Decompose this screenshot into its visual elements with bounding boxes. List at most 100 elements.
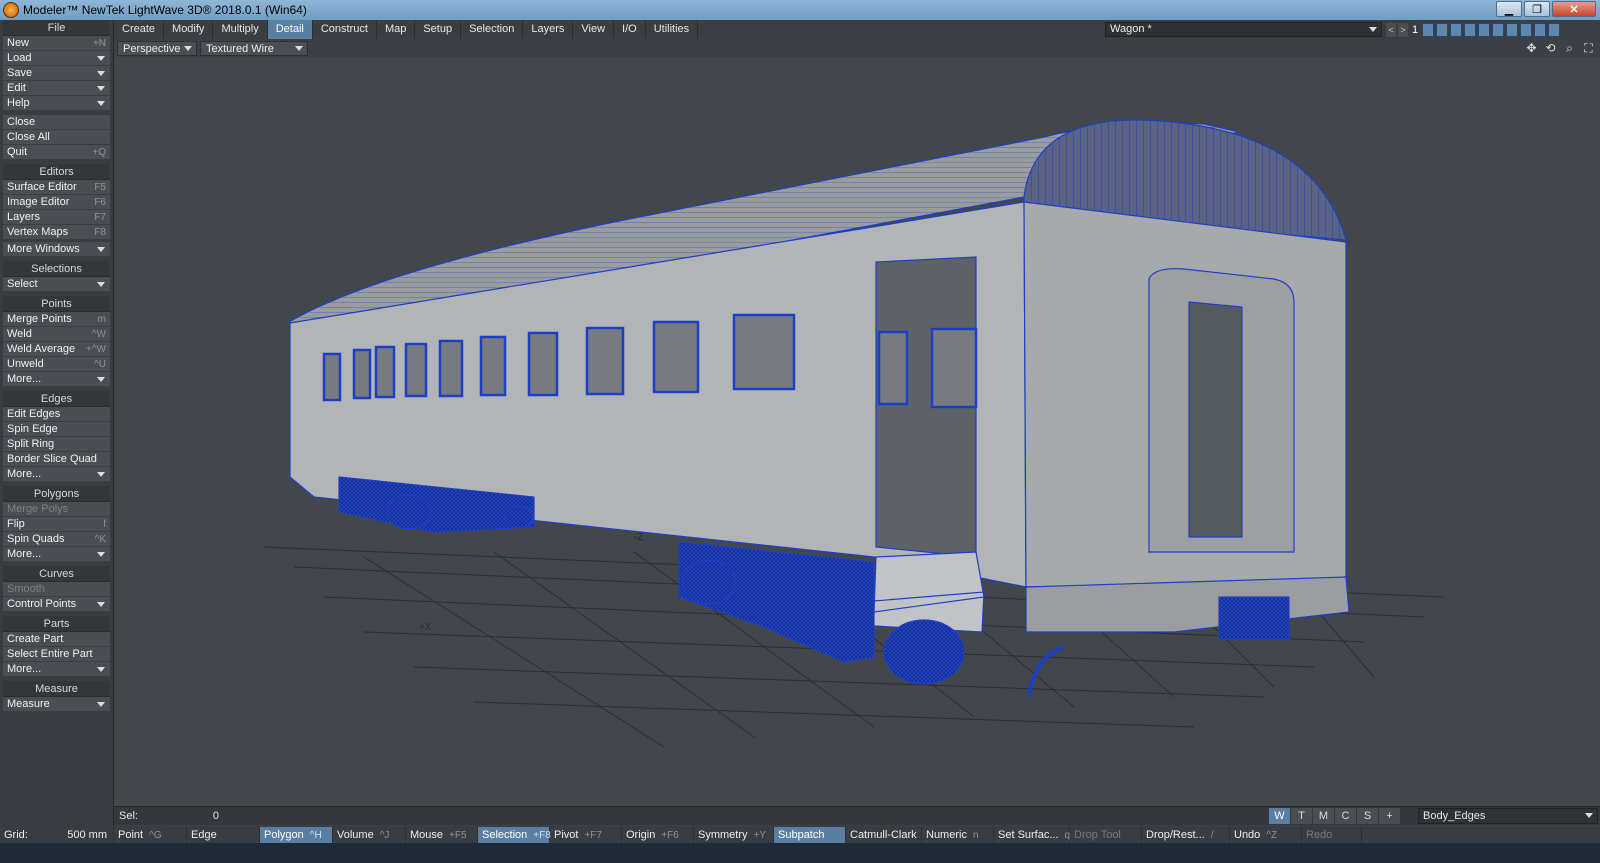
vertex-maps-button[interactable]: Vertex Maps F8 [3,225,110,240]
vmap-type-c-button[interactable]: C [1335,808,1356,824]
prev-layer-button[interactable]: < [1386,22,1396,37]
spin-quads-button[interactable]: Spin Quads ^K [3,532,110,547]
redo-button[interactable]: Redo [1302,826,1362,843]
chevron-down-icon [97,101,105,106]
layer-slot[interactable] [1534,22,1546,37]
layer-slot[interactable] [1492,22,1504,37]
rotate-view-icon[interactable]: ⟲ [1543,41,1558,55]
select-button[interactable]: Select [3,277,110,292]
surface-editor-button[interactable]: Surface Editor F5 [3,180,110,195]
more-windows-button[interactable]: More Windows [3,242,110,257]
maximize-button[interactable]: ❐ [1524,1,1550,17]
selection-modes: Point ^G Edge Polygon ^H Volume ^J [114,826,406,843]
merge-polys-button[interactable]: Merge Polys [3,502,110,517]
split-ring-button[interactable]: Split Ring [3,437,110,452]
control-points-button[interactable]: Control Points [3,597,110,612]
close-object-button[interactable]: Close [3,115,110,130]
vmap-type-t-button[interactable]: T [1291,808,1312,824]
layer-slot[interactable] [1436,22,1448,37]
image-editor-button[interactable]: Image Editor F6 [3,195,110,210]
smooth-button[interactable]: Smooth [3,582,110,597]
drop-restore-button[interactable]: Drop/Rest... / [1142,826,1230,843]
maximize-view-icon[interactable]: ⛶ [1581,41,1596,55]
edges-more-button[interactable]: More... [3,467,110,482]
create-part-button[interactable]: Create Part [3,632,110,647]
tab-detail[interactable]: Detail [267,20,313,39]
merge-points-button[interactable]: Merge Points m [3,312,110,327]
tab-map[interactable]: Map [377,20,416,39]
undo-button[interactable]: Undo ^Z [1230,826,1302,843]
parts-more-button[interactable]: More... [3,662,110,677]
zoom-view-icon[interactable]: ⌕ [1562,41,1577,55]
set-surface-button[interactable]: Set Surfac... q [994,826,1070,843]
points-more-button[interactable]: More... [3,372,110,387]
tab-create[interactable]: Create [114,20,165,39]
tab-multiply[interactable]: Multiply [213,20,268,39]
move-view-icon[interactable]: ✥ [1524,41,1539,55]
mouse-button[interactable]: Mouse +F5 [406,826,478,843]
view-type-select[interactable]: Perspective [117,41,197,56]
selections-header: Selections [3,261,110,277]
catmull-clark-select[interactable]: Catmull-Clark [846,826,922,843]
mode-volume-button[interactable]: Volume ^J [333,826,406,843]
vmap-type-w-button[interactable]: W [1269,808,1290,824]
tab-i-o[interactable]: I/O [614,20,646,39]
weld-button[interactable]: Weld ^W [3,327,110,342]
chevron-down-icon [97,472,105,477]
layer-slot[interactable] [1450,22,1462,37]
vmap-type-s-button[interactable]: S [1357,808,1378,824]
save-button[interactable]: Save [3,66,110,81]
chevron-down-icon [1369,27,1377,32]
mode-point-button[interactable]: Point ^G [114,826,187,843]
add-vmap-button[interactable]: + [1379,808,1400,824]
vmap-type-m-button[interactable]: M [1313,808,1334,824]
unweld-button[interactable]: Unweld ^U [3,357,110,372]
layer-slot[interactable] [1506,22,1518,37]
layer-slot[interactable] [1464,22,1476,37]
pivot-button[interactable]: Pivot +F7 [550,826,622,843]
spin-edge-button[interactable]: Spin Edge [3,422,110,437]
layer-slot[interactable] [1478,22,1490,37]
layer-slot[interactable] [1548,22,1560,37]
layers-button[interactable]: Layers F7 [3,210,110,225]
close-button[interactable]: ✕ [1552,1,1596,17]
tab-modify[interactable]: Modify [164,20,214,39]
quit-button[interactable]: Quit +Q [3,145,110,160]
next-layer-button[interactable]: > [1398,22,1408,37]
object-selector[interactable]: Wagon * [1105,22,1382,37]
measure-button[interactable]: Measure [3,697,110,712]
weld-average-button[interactable]: Weld Average +^W [3,342,110,357]
drop-tool-button[interactable]: Drop Tool [1070,826,1142,843]
origin-button[interactable]: Origin +F6 [622,826,694,843]
minimize-button[interactable]: ▁ [1496,1,1522,17]
tab-setup[interactable]: Setup [415,20,462,39]
subpatch-button[interactable]: Subpatch [774,826,846,843]
tab-utilities[interactable]: Utilities [646,20,699,39]
mode-polygon-button[interactable]: Polygon ^H [260,826,333,843]
help-button[interactable]: Help [3,96,110,111]
axis-z-label: -Z [634,532,643,543]
close-all-button[interactable]: Close All [3,130,110,145]
select-entire-part-button[interactable]: Select Entire Part [3,647,110,662]
edit-button[interactable]: Edit [3,81,110,96]
new-button[interactable]: New +N [3,36,110,51]
tab-layers[interactable]: Layers [523,20,574,39]
polygons-more-button[interactable]: More... [3,547,110,562]
layer-slot[interactable] [1422,22,1434,37]
lightwave-app-icon[interactable] [3,2,19,18]
flip-button[interactable]: Flip f [3,517,110,532]
layer-slot[interactable] [1520,22,1532,37]
numeric-button[interactable]: Numeric n [922,826,994,843]
edit-edges-button[interactable]: Edit Edges [3,407,110,422]
border-slice-quad-button[interactable]: Border Slice Quad [3,452,110,467]
selection-button[interactable]: Selection +F8 [478,826,551,843]
symmetry-button[interactable]: Symmetry +Y [694,826,774,843]
render-style-select[interactable]: Textured Wire [200,41,308,56]
tab-selection[interactable]: Selection [461,20,524,39]
tab-construct[interactable]: Construct [313,20,377,39]
mode-edge-button[interactable]: Edge [187,826,260,843]
load-button[interactable]: Load [3,51,110,66]
tab-view[interactable]: View [573,20,615,39]
vertex-map-select[interactable]: Body_Edges [1418,808,1598,824]
3d-viewport[interactable]: -Z +X [114,57,1600,806]
